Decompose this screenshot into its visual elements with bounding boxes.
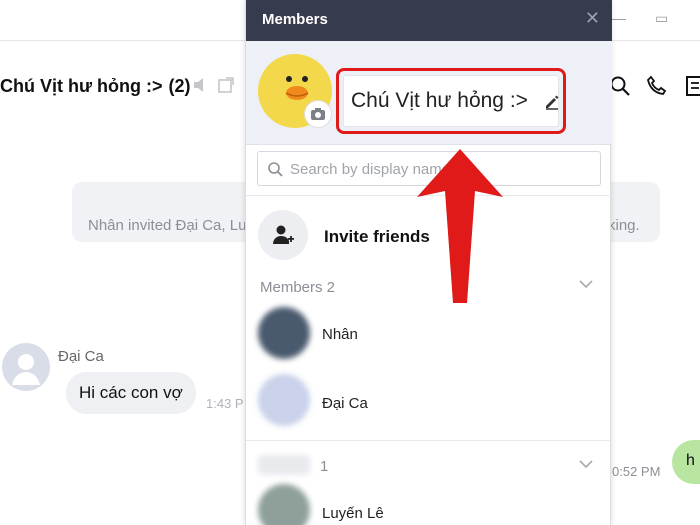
search-icon bbox=[268, 162, 283, 177]
system-message-text-end: king. bbox=[608, 217, 640, 234]
chat-title: Chú Vịt hư hỏng :> (2) bbox=[0, 76, 191, 97]
chevron-down-icon[interactable] bbox=[578, 276, 594, 292]
message-time: 1:43 P bbox=[206, 396, 244, 411]
arrow-annotation bbox=[417, 149, 503, 303]
chat-title-text: Chú Vịt hư hỏng :> bbox=[0, 76, 163, 96]
menu-icon[interactable] bbox=[684, 74, 700, 98]
member-name[interactable]: Luyến Lê bbox=[322, 505, 384, 522]
maximize-icon[interactable]: ▭ bbox=[655, 10, 668, 27]
close-icon[interactable]: ✕ bbox=[585, 8, 600, 29]
group-profile: Chú Vịt hư hỏng :> bbox=[246, 41, 612, 145]
member-avatar[interactable] bbox=[258, 484, 310, 525]
external-icon[interactable] bbox=[217, 76, 235, 94]
minimize-icon[interactable]: — bbox=[612, 10, 626, 26]
message-bubble-right[interactable]: h bbox=[672, 440, 700, 484]
member-avatar[interactable] bbox=[258, 307, 310, 359]
group-name[interactable]: Chú Vịt hư hỏng :> bbox=[351, 89, 528, 113]
edit-icon[interactable] bbox=[543, 93, 561, 111]
member-count: (2) bbox=[168, 76, 191, 96]
chevron-down-icon[interactable] bbox=[578, 456, 594, 472]
invited-section-label bbox=[258, 455, 310, 475]
person-icon bbox=[12, 354, 40, 385]
divider bbox=[246, 440, 612, 441]
camera-button[interactable] bbox=[304, 100, 332, 128]
panel-header: Members ✕ bbox=[246, 0, 612, 41]
system-message-text: Nhân invited Đại Ca, Lu bbox=[88, 217, 247, 234]
invite-friends-label[interactable]: Invite friends bbox=[324, 227, 430, 247]
speaker-icon[interactable] bbox=[192, 76, 210, 94]
camera-icon bbox=[311, 108, 325, 120]
member-avatar[interactable] bbox=[258, 374, 310, 426]
message-time-right: 0:52 PM bbox=[612, 464, 661, 479]
message-bubble[interactable]: Hi các con vợ bbox=[66, 372, 196, 414]
invite-button[interactable] bbox=[258, 210, 308, 260]
sender-name: Đại Ca bbox=[58, 348, 104, 365]
member-name[interactable]: Nhân bbox=[322, 326, 358, 343]
invited-count: 1 bbox=[320, 458, 329, 475]
panel-title: Members bbox=[262, 11, 328, 28]
add-user-icon bbox=[273, 225, 294, 244]
avatar[interactable] bbox=[2, 343, 50, 391]
member-name[interactable]: Đại Ca bbox=[322, 395, 368, 412]
members-section-label: Members 2 bbox=[260, 279, 336, 296]
phone-icon[interactable] bbox=[645, 74, 669, 98]
